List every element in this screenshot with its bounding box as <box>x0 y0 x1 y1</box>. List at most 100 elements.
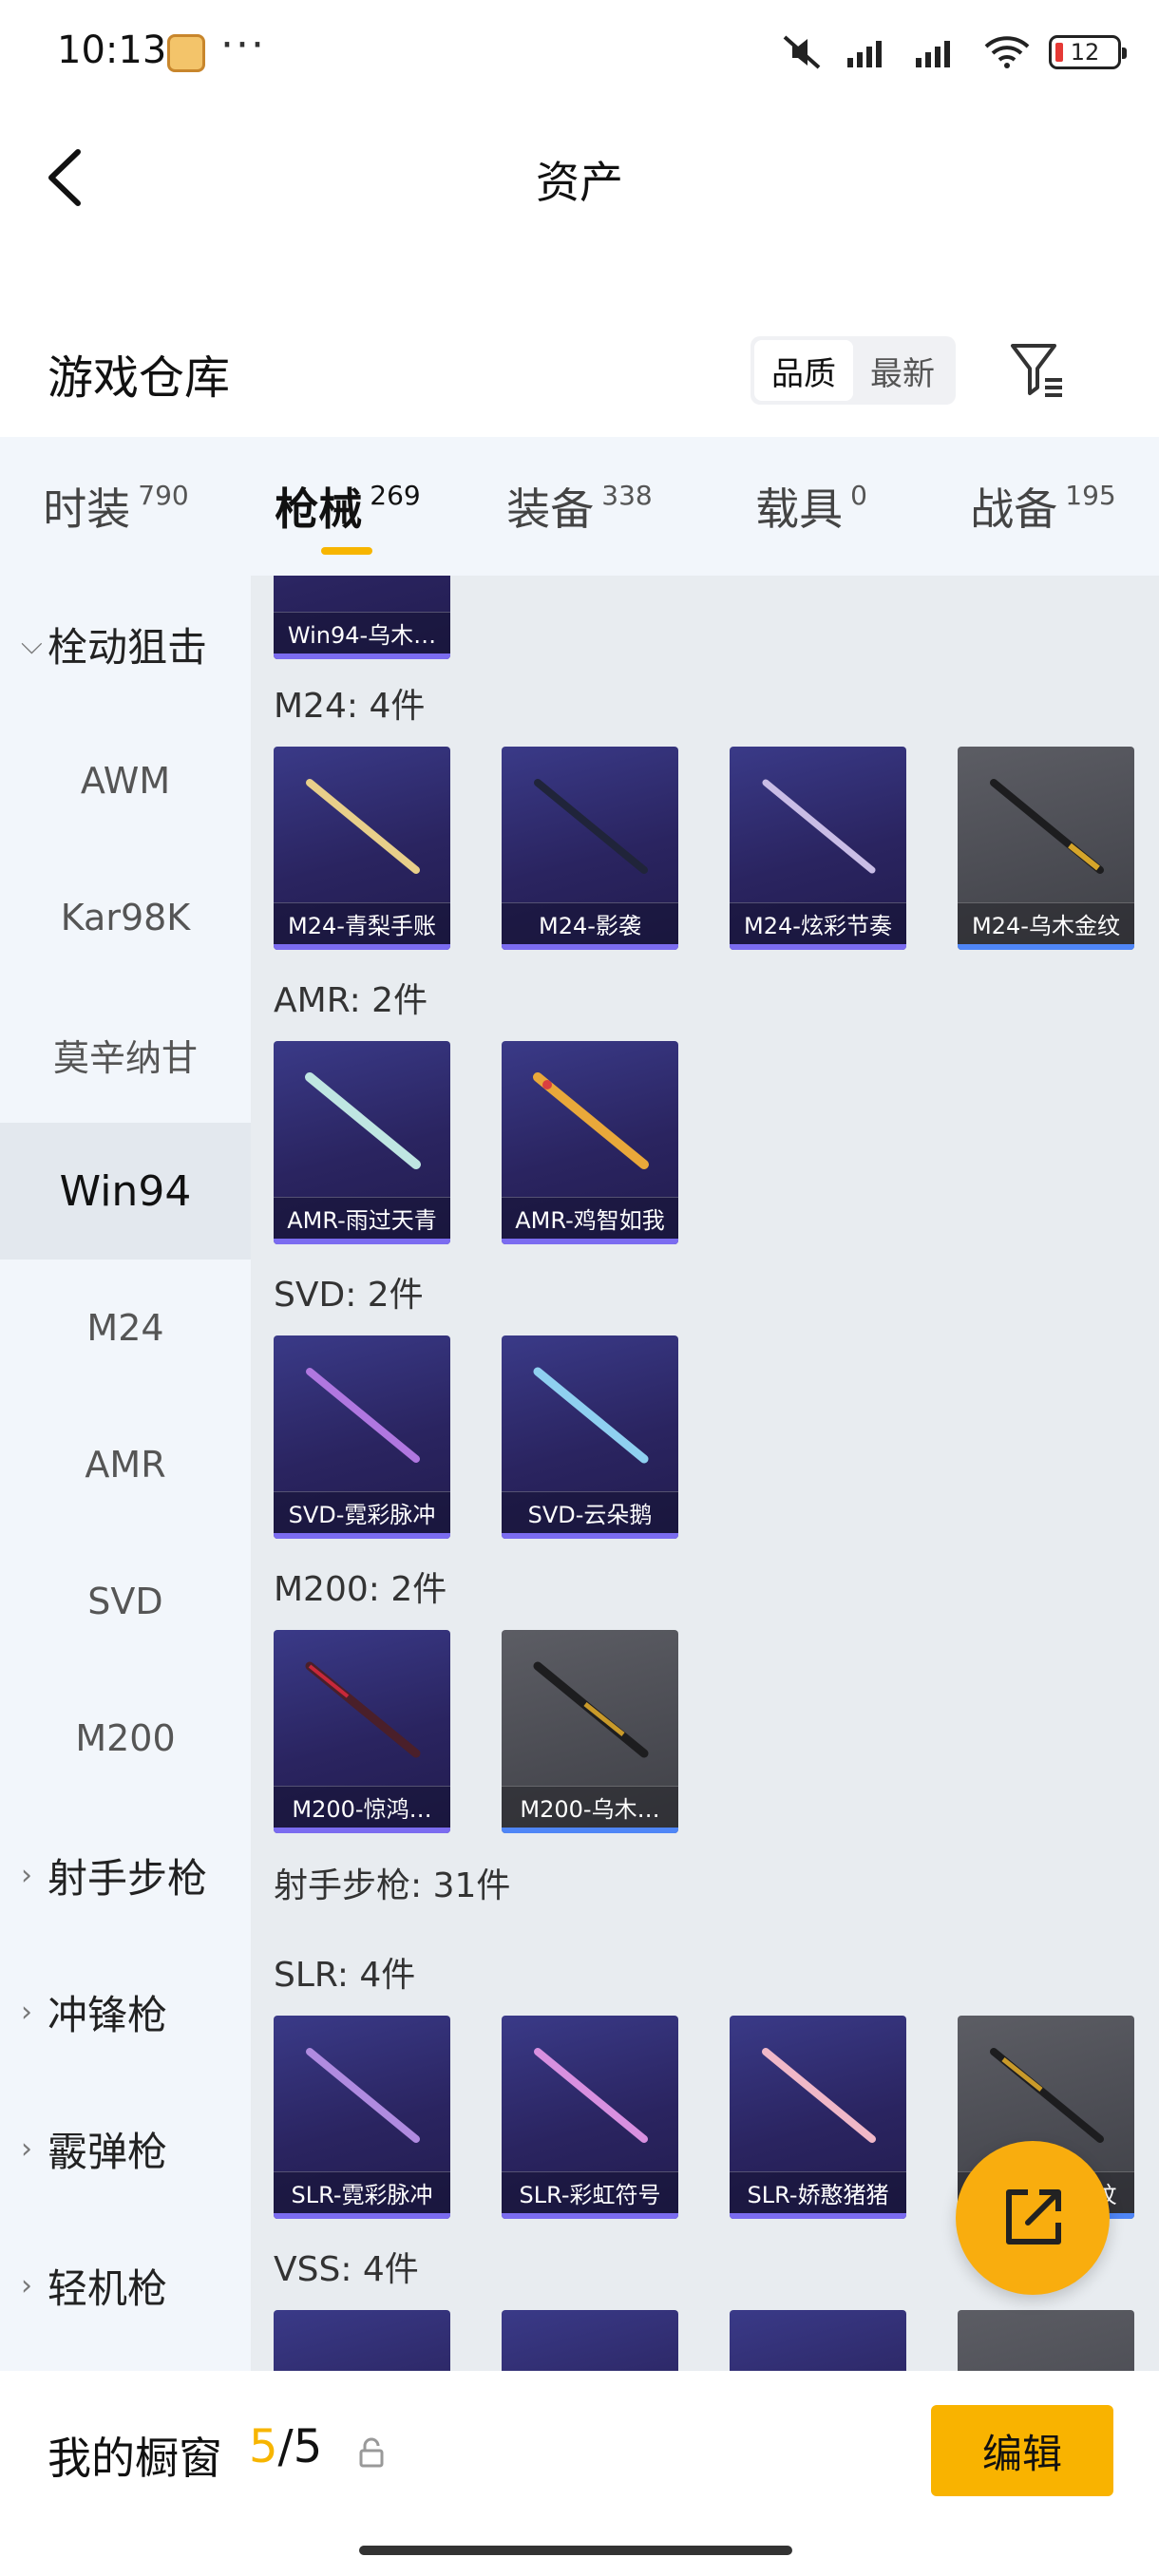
weapon-item[interactable]: M200-乌木… <box>502 1630 678 1833</box>
tab-count: 0 <box>850 479 867 511</box>
weapon-item-win94[interactable]: Win94-乌木… <box>274 576 450 659</box>
sidebar-group-label: 轻机枪 <box>48 2264 168 2312</box>
sidebar-group-shotgun[interactable]: › 霰弹枪 <box>0 2080 251 2217</box>
weapon-item[interactable]: AMR-雨过天青 <box>274 1041 450 1244</box>
weapon-item[interactable]: SLR-霓彩脉冲 <box>274 2016 450 2219</box>
chevron-down-icon: ⌵ <box>21 627 43 661</box>
tab-firearms[interactable]: 枪械 269 <box>232 437 464 576</box>
sidebar-group-label: 霰弹枪 <box>48 2128 168 2175</box>
weapon-item[interactable]: M24-影袭 <box>502 747 678 950</box>
battery-icon: 12 <box>1049 35 1127 69</box>
weapon-item[interactable]: M200-惊鸿… <box>274 1630 450 1833</box>
weapon-item[interactable]: SVD-云朵鹅 <box>502 1335 678 1539</box>
sidebar-group-smg[interactable]: › 冲锋枪 <box>0 1943 251 2080</box>
tab-count: 195 <box>1065 479 1116 511</box>
status-time: 10:13 <box>57 28 167 72</box>
edit-button[interactable]: 编辑 <box>931 2405 1113 2496</box>
sidebar-item-m24[interactable]: M24 <box>0 1260 251 1396</box>
tab-count: 269 <box>370 479 421 511</box>
tab-supplies[interactable]: 战备 195 <box>927 437 1159 576</box>
sidebar-item-awm[interactable]: AWM <box>0 712 251 849</box>
section-title-dmr: 射手步枪: 31件 <box>274 1866 511 1905</box>
weapon-item[interactable]: M24-乌木金纹 <box>958 747 1134 950</box>
section-title-amr: AMR: 2件 <box>274 981 428 1020</box>
weapon-item-label: SLR-娇憨猪猪 <box>730 2171 906 2213</box>
weapon-item-label: Win94-乌木… <box>274 612 450 653</box>
sort-newest-button[interactable]: 最新 <box>853 340 952 401</box>
weapon-item[interactable] <box>730 2310 906 2371</box>
weapon-item-label: M200-乌木… <box>502 1786 678 1828</box>
rifle-icon <box>534 779 648 874</box>
rifle-icon <box>305 1661 421 1758</box>
tab-label: 装备 <box>506 483 595 535</box>
weapon-item[interactable]: M24-青梨手账 <box>274 747 450 950</box>
page-title: 资产 <box>536 157 623 208</box>
rifle-icon <box>306 1368 420 1463</box>
sidebar-group-label: 栓动狙击 <box>48 623 208 671</box>
filter-icon[interactable] <box>1007 338 1068 399</box>
sidebar-item-mosin[interactable]: 莫辛纳甘 <box>0 986 251 1123</box>
rifle-icon <box>990 779 1104 874</box>
rifle-icon <box>306 2048 420 2143</box>
sort-quality-button[interactable]: 品质 <box>754 340 853 401</box>
weapon-item[interactable]: SVD-霓彩脉冲 <box>274 1335 450 1539</box>
sidebar-item-m200[interactable]: M200 <box>0 1670 251 1807</box>
weapon-item[interactable] <box>958 2310 1134 2371</box>
tab-fashion[interactable]: 时装 790 <box>0 437 232 576</box>
sidebar-group-label: 冲锋枪 <box>48 1991 168 2038</box>
weapon-item[interactable]: AMR-鸡智如我 <box>502 1041 678 1244</box>
weapon-item-label: M24-影袭 <box>502 902 678 944</box>
section-title-m24: M24: 4件 <box>274 687 426 726</box>
weapon-item[interactable]: SLR-娇憨猪猪 <box>730 2016 906 2219</box>
tab-count: 790 <box>138 479 189 511</box>
chevron-right-icon: › <box>21 1995 32 2029</box>
sidebar-group-lmg[interactable]: › 轻机枪 <box>0 2217 251 2354</box>
title-bar: 资产 <box>0 104 1159 247</box>
showcase-count-sep: / <box>277 2420 294 2473</box>
tab-label: 战备 <box>970 483 1058 535</box>
warehouse-header: 游戏仓库 品质 最新 <box>0 323 1159 437</box>
rifle-icon <box>533 1661 649 1758</box>
section-title-svd: SVD: 2件 <box>274 1276 424 1315</box>
rifle-icon <box>306 779 420 874</box>
section-title-vss: VSS: 4件 <box>274 2250 419 2289</box>
weapon-item-label: M24-青梨手账 <box>274 902 450 944</box>
status-bar: 10:13 ··· 12 <box>0 0 1159 104</box>
section-title-slr: SLR: 4件 <box>274 1956 416 1995</box>
share-button[interactable] <box>956 2141 1110 2295</box>
sidebar-item-kar98k[interactable]: Kar98K <box>0 849 251 986</box>
sidebar-item-svd[interactable]: SVD <box>0 1533 251 1670</box>
warehouse-title: 游戏仓库 <box>48 351 231 405</box>
sidebar-item-amr[interactable]: AMR <box>0 1396 251 1533</box>
weapon-item[interactable]: M24-炫彩节奏 <box>730 747 906 950</box>
weapon-item-label: AMR-鸡智如我 <box>502 1197 678 1239</box>
weapon-grid: Win94-乌木… M24: 4件 M24-青梨手账 M24-影袭 M24-炫彩… <box>251 576 1159 2371</box>
showcase-count-current: 5 <box>249 2420 278 2473</box>
sidebar-group-dmr[interactable]: › 射手步枪 <box>0 1807 251 1943</box>
more-notifications-icon: ··· <box>220 21 266 69</box>
weapon-item[interactable] <box>274 2310 450 2371</box>
weapon-category-sidebar: ⌵ 栓动狙击 AWM Kar98K 莫辛纳甘 Win94 M24 AMR SVD … <box>0 576 251 2371</box>
mute-icon <box>783 35 821 69</box>
weapon-item-label: M200-惊鸿… <box>274 1786 450 1828</box>
wifi-icon <box>984 36 1030 68</box>
battery-level: 12 <box>1070 39 1100 66</box>
tab-equipment[interactable]: 装备 338 <box>464 437 695 576</box>
rifle-icon <box>534 2048 648 2143</box>
rifle-icon <box>533 1072 649 1169</box>
signal-hd-icon-2 <box>916 41 950 67</box>
showcase-count: 5/5 <box>249 2420 322 2473</box>
weapon-item-label: SVD-霓彩脉冲 <box>274 1491 450 1533</box>
weapon-item-label: M24-乌木金纹 <box>958 902 1134 944</box>
weapon-item-label: SLR-彩虹符号 <box>502 2171 678 2213</box>
signal-hd-icon-1 <box>847 41 882 67</box>
sidebar-group-bolt-action[interactable]: ⌵ 栓动狙击 <box>0 576 251 712</box>
weapon-item-label: AMR-雨过天青 <box>274 1197 450 1239</box>
weapon-item[interactable] <box>502 2310 678 2371</box>
sort-toggle: 品质 最新 <box>750 336 956 405</box>
weapon-item-label: SLR-霓彩脉冲 <box>274 2171 450 2213</box>
sidebar-item-win94[interactable]: Win94 <box>0 1123 251 1260</box>
tab-vehicles[interactable]: 载具 0 <box>695 437 927 576</box>
weapon-item[interactable]: SLR-彩虹符号 <box>502 2016 678 2219</box>
rifle-icon <box>305 1072 421 1169</box>
